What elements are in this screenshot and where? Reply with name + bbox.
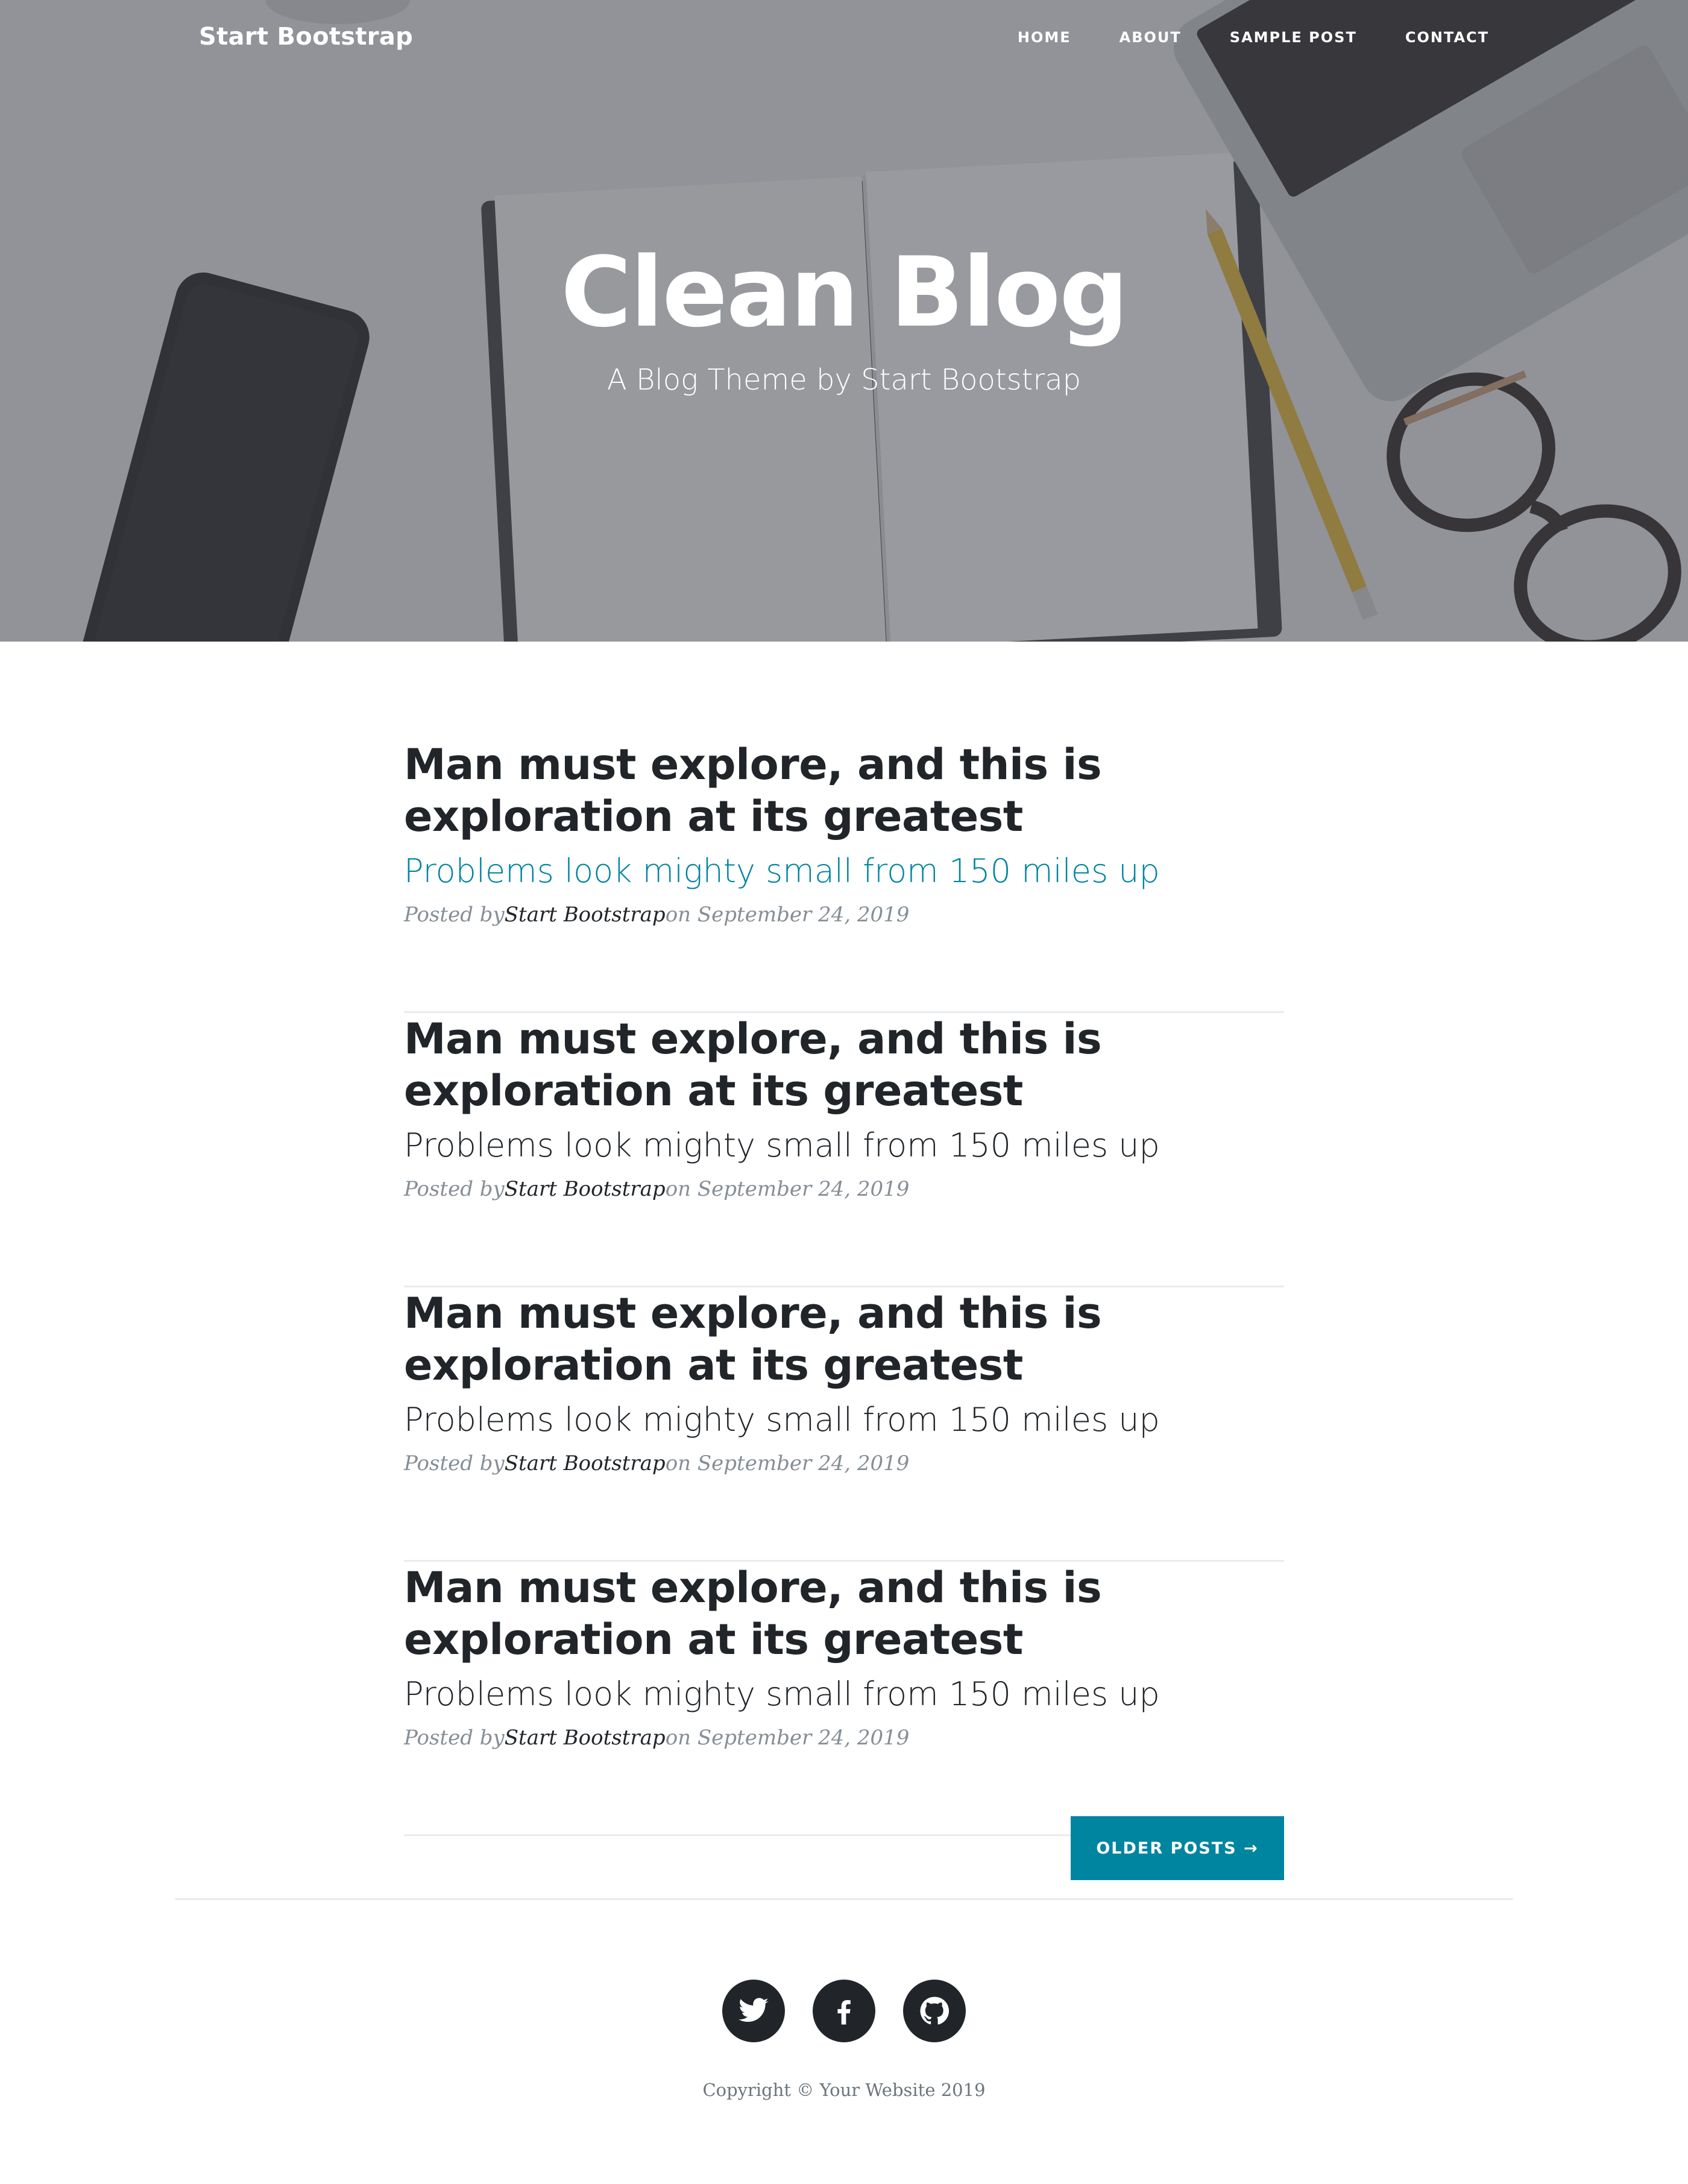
post-title[interactable]: Man must explore, and this is exploratio…: [404, 1562, 1127, 1665]
nav-links: HOME ABOUT SAMPLE POST CONTACT: [994, 29, 1489, 46]
post-author-link[interactable]: Start Bootstrap: [505, 1451, 666, 1475]
social-links: [722, 1980, 966, 2042]
facebook-icon: [837, 2000, 851, 2025]
post-meta: Posted byStart Bootstrapon September 24,…: [404, 1451, 1284, 1475]
copyright-text: Copyright © Your Website 2019: [702, 2080, 986, 2100]
post-meta: Posted byStart Bootstrapon September 24,…: [404, 903, 1284, 927]
footer-divider: [175, 1898, 1513, 1900]
nav-link-about[interactable]: ABOUT: [1095, 29, 1206, 46]
post-meta-prefix: Posted by: [404, 1451, 505, 1475]
post-meta-prefix: Posted by: [404, 1726, 505, 1750]
post-meta-prefix: Posted by: [404, 903, 505, 927]
post-title[interactable]: Man must explore, and this is exploratio…: [404, 1013, 1127, 1117]
post-preview: Man must explore, and this is exploratio…: [404, 739, 1284, 1013]
twitter-button[interactable]: [722, 1980, 785, 2042]
post-subtitle[interactable]: Problems look mighty small from 150 mile…: [404, 1396, 1284, 1444]
post-preview: Man must explore, and this is exploratio…: [404, 1013, 1284, 1287]
older-posts-button[interactable]: OLDER POSTS →: [1071, 1816, 1284, 1880]
post-meta-date: on September 24, 2019: [665, 1451, 910, 1475]
github-icon: [920, 1996, 950, 2025]
post-list: Man must explore, and this is exploratio…: [404, 739, 1284, 1836]
post-subtitle[interactable]: Problems look mighty small from 150 mile…: [404, 847, 1284, 895]
post-title[interactable]: Man must explore, and this is exploratio…: [404, 1287, 1127, 1391]
github-button[interactable]: [903, 1980, 966, 2042]
post-author-link[interactable]: Start Bootstrap: [505, 1726, 666, 1750]
post-meta-date: on September 24, 2019: [665, 903, 910, 927]
post-preview: Man must explore, and this is exploratio…: [404, 1562, 1284, 1836]
post-author-link[interactable]: Start Bootstrap: [505, 1177, 666, 1201]
post-meta: Posted byStart Bootstrapon September 24,…: [404, 1726, 1284, 1750]
post-meta: Posted byStart Bootstrapon September 24,…: [404, 1177, 1284, 1201]
nav-link-home[interactable]: HOME: [994, 29, 1095, 46]
post-title[interactable]: Man must explore, and this is exploratio…: [404, 739, 1127, 842]
post-author-link[interactable]: Start Bootstrap: [505, 903, 666, 927]
facebook-button[interactable]: [813, 1980, 875, 2042]
hero-header: Start Bootstrap HOME ABOUT SAMPLE POST C…: [0, 0, 1688, 642]
nav-link-sample-post[interactable]: SAMPLE POST: [1206, 29, 1381, 46]
post-subtitle[interactable]: Problems look mighty small from 150 mile…: [404, 1670, 1284, 1718]
site-subtitle: A Blog Theme by Start Bootstrap: [606, 363, 1082, 397]
post-meta-date: on September 24, 2019: [665, 1726, 910, 1750]
post-preview: Man must explore, and this is exploratio…: [404, 1287, 1284, 1562]
post-subtitle[interactable]: Problems look mighty small from 150 mile…: [404, 1122, 1284, 1170]
site-title: Clean Blog: [561, 236, 1129, 349]
brand-logo[interactable]: Start Bootstrap: [199, 23, 413, 51]
post-meta-prefix: Posted by: [404, 1177, 505, 1201]
post-meta-date: on September 24, 2019: [665, 1177, 910, 1201]
twitter-icon: [738, 1998, 769, 2022]
nav-link-contact[interactable]: CONTACT: [1381, 29, 1489, 46]
navbar: Start Bootstrap HOME ABOUT SAMPLE POST C…: [0, 0, 1688, 78]
